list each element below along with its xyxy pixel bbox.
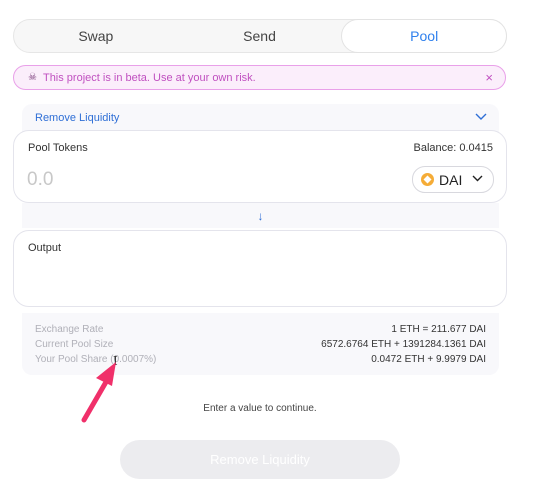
detail-key: Exchange Rate (35, 324, 104, 335)
pool-tokens-card: Pool Tokens Balance: 0.0415 DAI (13, 130, 507, 203)
chevron-down-icon (472, 174, 483, 185)
pool-tokens-label: Pool Tokens (28, 142, 88, 154)
beta-banner: ☠ This project is in beta. Use at your o… (13, 65, 506, 90)
chevron-down-icon[interactable] (475, 112, 487, 124)
dai-icon (421, 173, 434, 186)
beta-message: This project is in beta. Use at your own… (42, 71, 256, 84)
tab-swap[interactable]: Swap (14, 20, 178, 52)
detail-value: 6572.6764 ETH + 1391284.1361 DAI (321, 339, 486, 350)
balance-text: Balance: 0.0415 (413, 142, 493, 154)
detail-key: Current Pool Size (35, 339, 114, 350)
output-card: Output (13, 230, 507, 307)
token-select-button[interactable]: DAI (412, 166, 494, 193)
mode-select[interactable]: Remove Liquidity (22, 104, 499, 132)
direction-arrow-row: ↓ (22, 203, 499, 228)
output-label: Output (28, 242, 62, 254)
detail-row: Exchange Rate 1 ETH = 211.677 DAI (35, 322, 486, 337)
remove-liquidity-button[interactable]: Remove Liquidity (120, 440, 400, 479)
nav-tabs: Swap Send Pool (13, 19, 508, 53)
skull-icon: ☠ (28, 72, 37, 83)
detail-row: Current Pool Size 6572.6764 ETH + 139128… (35, 337, 486, 352)
arrow-down-icon: ↓ (257, 208, 264, 223)
close-icon[interactable]: × (485, 70, 493, 85)
pointer-arrow-icon (81, 362, 116, 423)
tab-send[interactable]: Send (178, 20, 342, 52)
detail-value: 0.0472 ETH + 9.9979 DAI (371, 354, 486, 365)
token-symbol: DAI (439, 171, 463, 188)
mode-select-label: Remove Liquidity (35, 112, 120, 124)
detail-value: 1 ETH = 211.677 DAI (391, 324, 486, 335)
pool-token-amount-input[interactable] (27, 169, 177, 191)
tab-pool[interactable]: Pool (341, 19, 508, 53)
